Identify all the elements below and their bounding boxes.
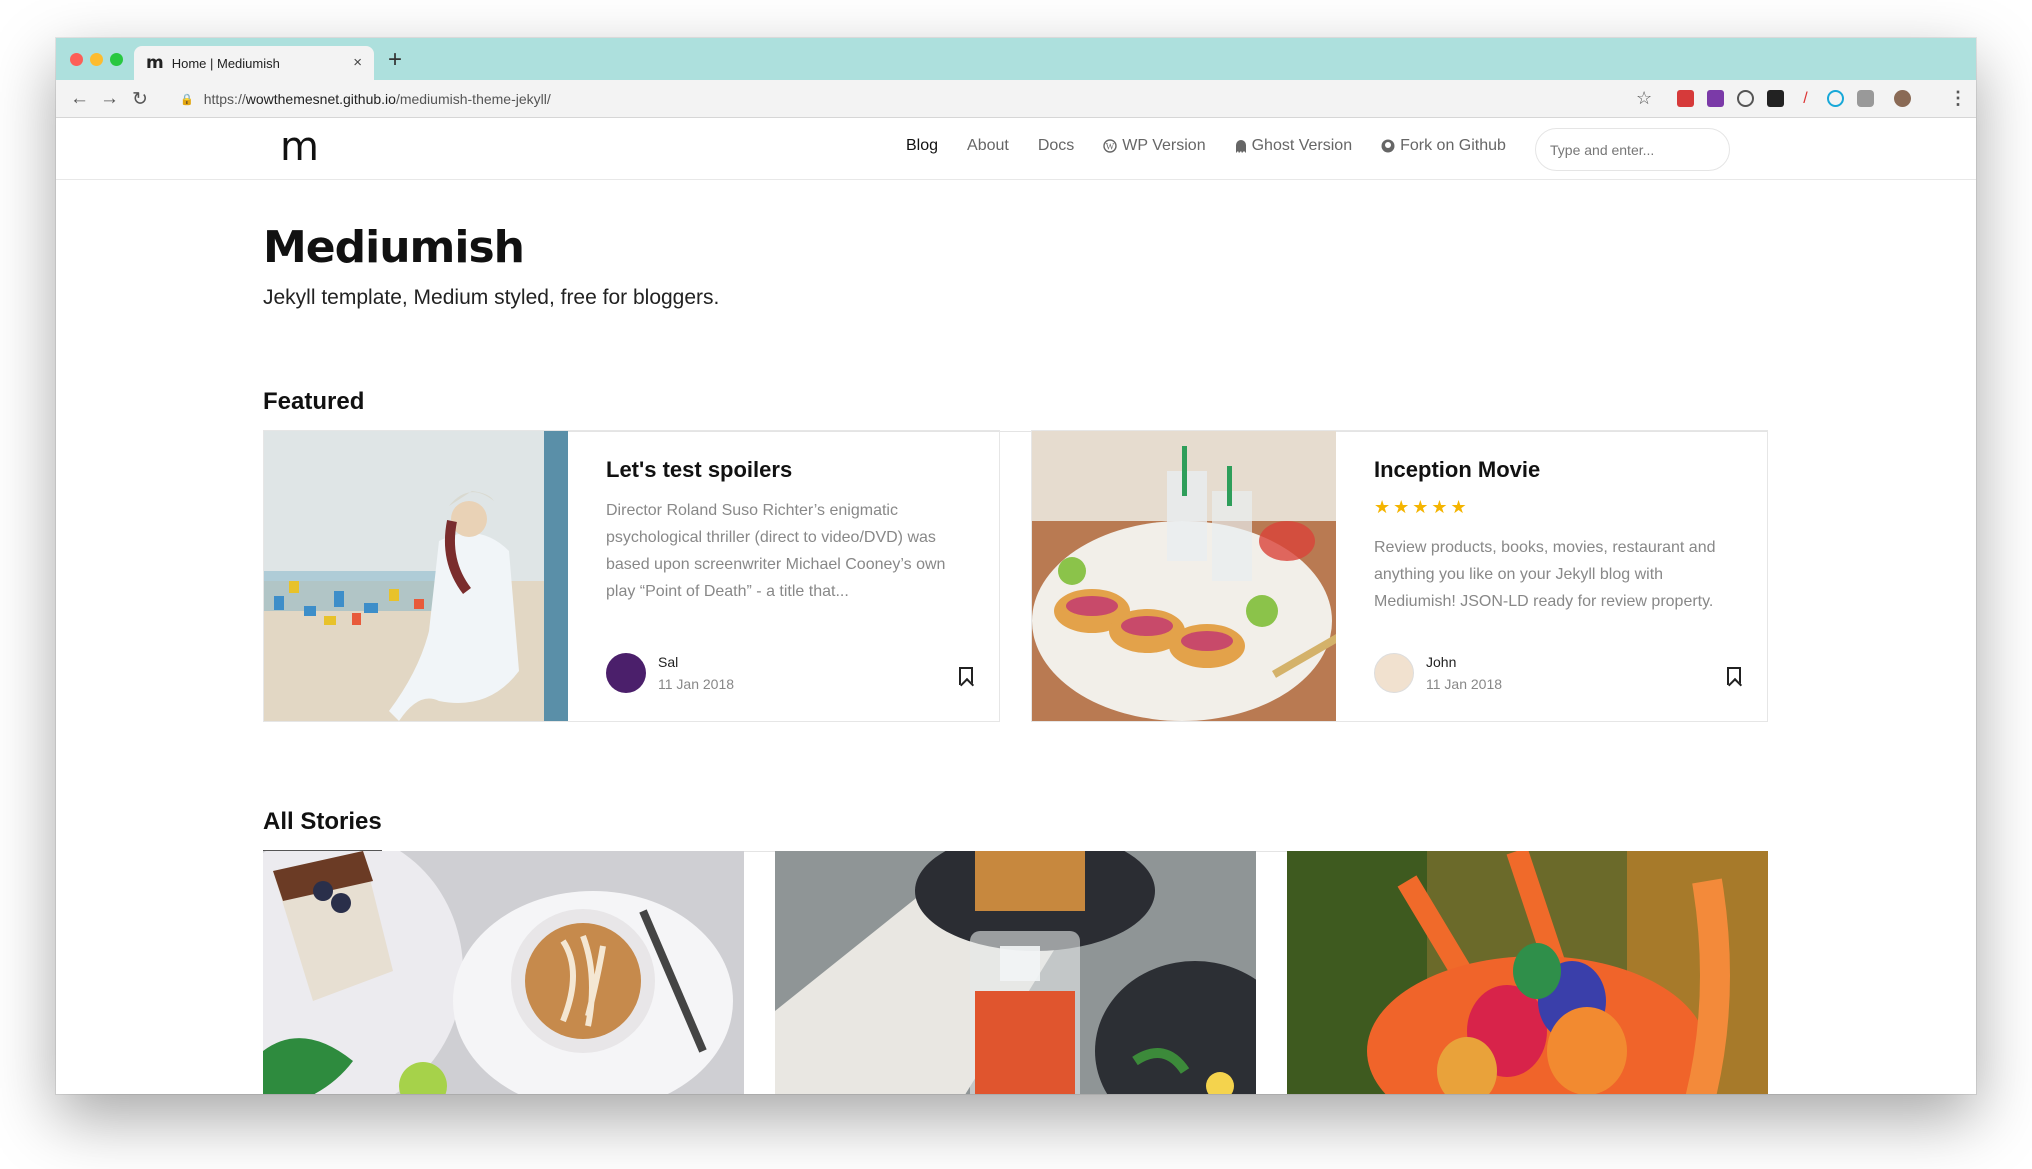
nav-ghost-label: Ghost Version (1251, 137, 1353, 154)
site-tagline: Jekyll template, Medium styled, free for… (263, 286, 720, 309)
post-title[interactable]: Inception Movie (1374, 457, 1739, 483)
forward-icon[interactable]: → (100, 88, 119, 110)
minimize-window-button[interactable] (90, 53, 103, 66)
extension-icon-5[interactable]: / (1797, 90, 1814, 107)
story-image-drink (775, 851, 1256, 1094)
profile-avatar[interactable] (1894, 90, 1911, 107)
search-input[interactable]: Type and enter... (1535, 128, 1730, 171)
nav-wp-label: WP Version (1122, 137, 1206, 154)
avatar[interactable] (1374, 653, 1414, 693)
featured-section-header: Featured (263, 388, 1768, 432)
story-card-image[interactable] (775, 851, 1256, 1094)
all-stories-heading: All Stories (263, 808, 382, 852)
story-image-easter-eggs (1287, 851, 1768, 1094)
maximize-window-button[interactable] (110, 53, 123, 66)
close-window-button[interactable] (70, 53, 83, 66)
story-image-coffee (263, 851, 744, 1094)
post-image-graphic (264, 431, 568, 721)
post-image-graphic (1032, 431, 1336, 721)
close-tab-icon[interactable]: × (353, 54, 362, 71)
site-nav: Blog About Docs W WP Version Ghost Versi… (906, 137, 1535, 155)
featured-heading: Featured (263, 388, 365, 432)
post-body: Inception Movie ★★★★★ Review products, b… (1336, 431, 1767, 721)
avatar[interactable] (606, 653, 646, 693)
site-logo[interactable]: m (280, 124, 319, 170)
url-path: /mediumish-theme-jekyll/ (395, 91, 551, 107)
post-excerpt: Review products, books, movies, restaura… (1374, 539, 1716, 610)
extension-icon-1[interactable] (1677, 90, 1694, 107)
post-image[interactable] (1032, 431, 1336, 721)
post-date: 11 Jan 2018 (658, 676, 735, 692)
site-title: Mediumish (263, 222, 525, 273)
post-body: Let's test spoilers Director Roland Suso… (568, 431, 999, 721)
github-icon (1381, 139, 1395, 153)
post-image[interactable] (264, 431, 568, 721)
nav-blog[interactable]: Blog (906, 137, 938, 155)
post-author: Sal 11 Jan 2018 (606, 653, 734, 693)
url-scheme: https:// (203, 91, 246, 107)
author-name[interactable]: John (1426, 654, 1502, 670)
extension-icon-4[interactable] (1767, 90, 1784, 107)
featured-card[interactable]: Let's test spoilers Director Roland Suso… (263, 430, 1000, 722)
browser-toolbar: ← → ↻ 🔒 https://wowthemesnet.github.io/m… (56, 80, 1976, 118)
post-date: 11 Jan 2018 (1426, 676, 1503, 692)
back-icon[interactable]: ← (70, 88, 89, 110)
featured-card[interactable]: Inception Movie ★★★★★ Review products, b… (1031, 430, 1768, 722)
tab-favicon: m (146, 53, 164, 73)
nav-ghost-version[interactable]: Ghost Version (1235, 137, 1353, 155)
rating-stars: ★★★★★ (1374, 497, 1470, 517)
story-card-image[interactable] (1287, 851, 1768, 1094)
story-card-image[interactable] (263, 851, 744, 1094)
post-author: John 11 Jan 2018 (1374, 653, 1502, 693)
lock-icon: 🔒 (180, 93, 194, 106)
search-placeholder: Type and enter... (1550, 141, 1655, 158)
nav-github-label: Fork on Github (1400, 137, 1506, 154)
nav-fork-github[interactable]: Fork on Github (1381, 137, 1506, 155)
url-host: wowthemesnet.github.io (245, 91, 396, 107)
nav-wp-version[interactable]: W WP Version (1103, 137, 1206, 155)
browser-titlebar: m Home | Mediumish × + (56, 38, 1976, 80)
ghost-icon (1235, 139, 1246, 153)
reload-icon[interactable]: ↻ (132, 88, 148, 111)
onenote-extension-icon[interactable] (1707, 90, 1724, 107)
bookmark-icon[interactable] (959, 667, 973, 685)
camera-extension-icon[interactable] (1857, 90, 1874, 107)
nav-about[interactable]: About (967, 137, 1009, 155)
browser-tab[interactable]: m Home | Mediumish × (134, 46, 374, 80)
extension-icon-6[interactable] (1827, 90, 1844, 107)
bookmark-icon[interactable] (1727, 667, 1741, 685)
more-menu-icon[interactable]: ⋮ (1949, 88, 1967, 109)
webpage: m Blog About Docs W WP Version Ghost Ver… (56, 118, 1976, 1094)
tab-title: Home | Mediumish (171, 55, 280, 71)
address-bar[interactable]: 🔒 https://wowthemesnet.github.io/mediumi… (166, 84, 1666, 114)
author-name[interactable]: Sal (658, 654, 734, 670)
nav-about-label: About (967, 137, 1009, 154)
post-excerpt: Director Roland Suso Richter’s enigmatic… (606, 502, 946, 600)
wordpress-icon: W (1103, 139, 1117, 153)
nav-docs-label: Docs (1037, 137, 1075, 154)
new-tab-button[interactable]: + (388, 46, 402, 74)
svg-text:W: W (1106, 142, 1115, 152)
nav-blog-label: Blog (906, 137, 939, 154)
browser-window: m Home | Mediumish × + ← → ↻ 🔒 https://w… (56, 38, 1976, 1094)
bookmark-star-icon[interactable]: ☆ (1636, 88, 1652, 109)
nav-docs[interactable]: Docs (1038, 137, 1074, 155)
site-header: m Blog About Docs W WP Version Ghost Ver… (56, 118, 1976, 180)
all-stories-section-header: All Stories (263, 808, 1768, 852)
post-title[interactable]: Let's test spoilers (606, 457, 971, 483)
extension-icon-3[interactable] (1737, 90, 1754, 107)
